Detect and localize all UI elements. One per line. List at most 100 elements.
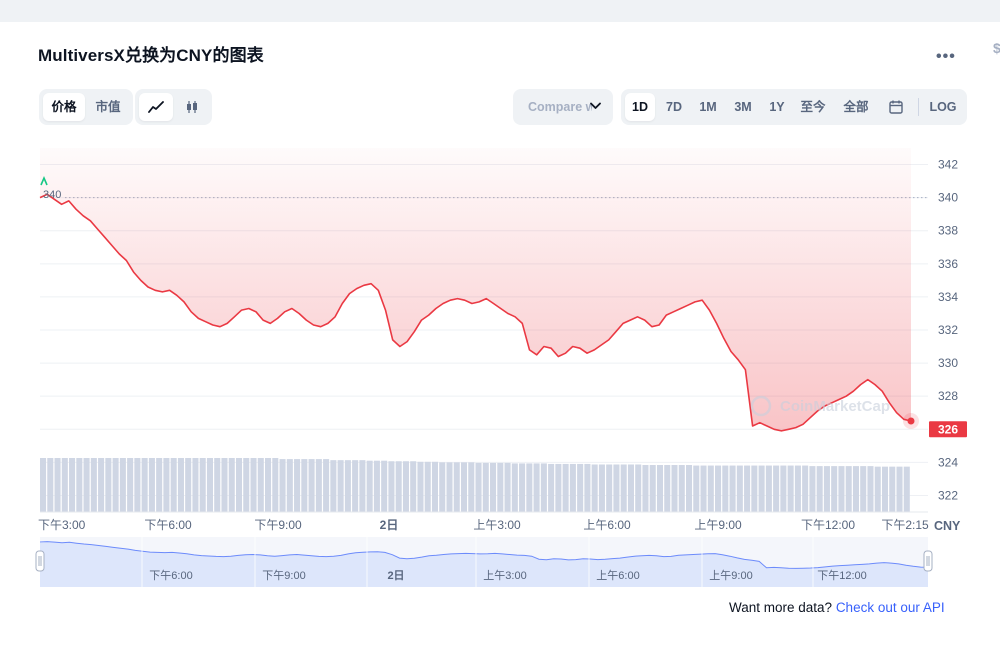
volume-bar: [635, 464, 642, 512]
x-tick-label: 下午6:00: [144, 518, 192, 532]
x-tick-label: 上午9:00: [694, 518, 742, 532]
volume-bar: [250, 458, 257, 512]
volume-bar: [903, 466, 910, 512]
y-tick-label: 332: [938, 323, 958, 337]
volume-bar: [707, 465, 714, 512]
tab-price[interactable]: 价格: [43, 93, 85, 121]
volume-bar: [127, 458, 134, 512]
chart-title: MultiversX兑换为CNY的图表: [38, 46, 264, 65]
tab-market-cap[interactable]: 市值: [87, 93, 129, 121]
volume-bar: [243, 458, 250, 512]
volume-bar: [700, 465, 707, 512]
range-7d[interactable]: 7D: [659, 93, 689, 121]
volume-bar: [156, 458, 163, 512]
price-chart[interactable]: 342 340 338 336 334 332 330 328 326 324 322 CoinMar…: [0, 140, 1000, 535]
volume-bar: [112, 458, 119, 512]
range-1y[interactable]: 1Y: [763, 93, 791, 121]
x-tick-label: 2日: [380, 518, 399, 532]
range-ytd[interactable]: 至今: [795, 93, 831, 121]
navigator-tick-label: 2日: [387, 569, 404, 582]
volume-bar: [192, 458, 199, 512]
range-1d[interactable]: 1D: [625, 93, 655, 121]
navigator-tick-label: 上午3:00: [483, 569, 526, 582]
volume-bar: [475, 462, 482, 512]
volume-bar: [736, 465, 743, 512]
volume-bar: [323, 459, 330, 512]
volume-bar: [744, 465, 751, 512]
volume-bar: [98, 458, 105, 512]
compare-label: Compare with: [528, 100, 592, 114]
volume-bar: [410, 461, 417, 512]
volume-bar: [823, 466, 830, 512]
volume-bar: [794, 465, 801, 512]
volume-bar: [40, 458, 47, 512]
volume-bar: [272, 458, 279, 512]
range-all[interactable]: 全部: [835, 93, 877, 121]
volume-bar: [758, 465, 765, 512]
volume-bar: [497, 462, 504, 512]
compare-dropdown[interactable]: Compare with: [513, 89, 613, 125]
volume-bar: [170, 458, 177, 512]
volume-bar: [867, 466, 874, 512]
x-tick-label: 下午12:00: [801, 518, 855, 532]
volume-bar: [235, 458, 243, 512]
range-3m[interactable]: 3M: [727, 93, 759, 121]
volume-bar: [214, 458, 221, 512]
volume-bar: [889, 466, 896, 512]
range-1m[interactable]: 1M: [693, 93, 723, 121]
volume-bar: [780, 465, 787, 512]
volume-bar: [228, 458, 235, 512]
volume-bar: [61, 458, 68, 512]
more-options-icon[interactable]: •••: [936, 48, 956, 66]
x-tick-label: 下午9:00: [254, 518, 302, 532]
volume-bar: [874, 466, 881, 512]
log-scale-toggle[interactable]: LOG: [924, 93, 962, 121]
candlestick-icon: [187, 101, 197, 113]
chart-style-group: [135, 89, 212, 125]
volume-bar: [577, 463, 584, 512]
volume-bar: [620, 464, 627, 512]
volume-bar: [693, 465, 700, 512]
volume-bar: [613, 464, 620, 512]
volume-bar: [490, 462, 497, 512]
api-link[interactable]: Check out our API: [836, 600, 945, 615]
volume-bar: [591, 464, 598, 512]
volume-bar: [359, 460, 366, 512]
volume-bar: [562, 463, 569, 512]
date-picker-button[interactable]: [881, 93, 911, 121]
line-chart-icon: [148, 101, 164, 113]
volume-bar: [90, 458, 97, 512]
volume-bar: [185, 458, 192, 512]
volume-bar: [221, 458, 228, 512]
x-tick-label: 下午2:15: [881, 518, 929, 532]
volume-bar: [722, 465, 729, 512]
volume-bar: [119, 458, 126, 512]
volume-bar: [206, 458, 213, 512]
volume-bar: [671, 465, 678, 512]
navigator-right-handle[interactable]: [923, 550, 933, 572]
line-chart-button[interactable]: [139, 93, 173, 121]
volume-bar: [656, 465, 664, 512]
volume-bar: [460, 462, 468, 512]
volume-bar: [860, 466, 867, 512]
volume-bar: [257, 458, 264, 512]
x-tick-label: 上午3:00: [473, 518, 521, 532]
navigator-tick-label: 下午12:00: [817, 569, 867, 582]
volume-bar: [431, 461, 439, 512]
y-tick-label: 338: [938, 224, 958, 238]
volume-bar: [555, 463, 562, 512]
watermark: CoinMarketCap: [780, 398, 890, 415]
volume-bar: [787, 465, 794, 512]
navigator-tick-label: 上午6:00: [596, 569, 639, 582]
navigator-left-handle[interactable]: [35, 550, 45, 572]
volume-bar: [286, 459, 293, 512]
y-tick-label: 324: [938, 455, 958, 469]
volume-bar: [511, 463, 518, 512]
volume-bar: [301, 459, 308, 512]
volume-bar: [540, 463, 547, 512]
volume-bar: [395, 461, 402, 512]
candlestick-button[interactable]: [175, 93, 209, 121]
range-navigator[interactable]: 下午6:00 下午9:00 2日 上午3:00 上午6:00 上午9:00 下午12:00: [0, 537, 1000, 589]
volume-bar: [417, 461, 424, 512]
currency-symbol-edge: $: [993, 40, 1000, 56]
